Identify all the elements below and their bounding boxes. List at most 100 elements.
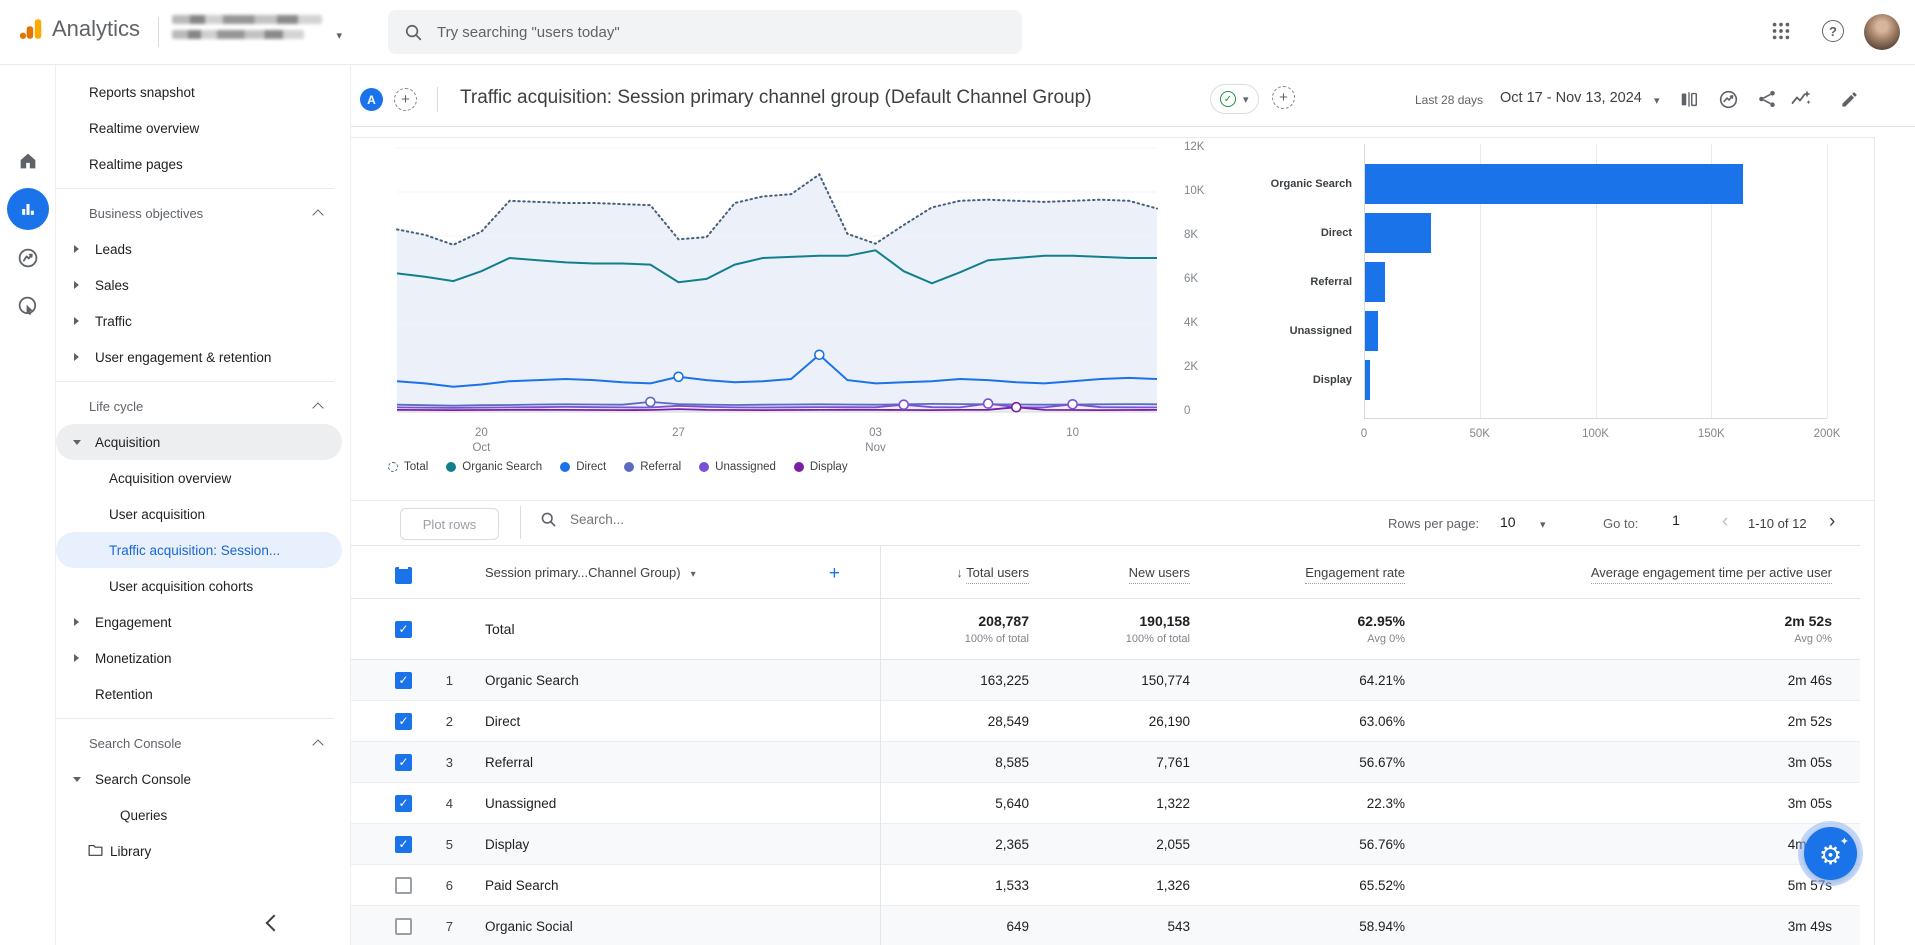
bar-direct[interactable] bbox=[1365, 213, 1431, 253]
sparkline-insights-icon[interactable] bbox=[1790, 88, 1812, 110]
plot-rows-button[interactable]: Plot rows bbox=[400, 508, 499, 540]
cell-new-users: 150,774 bbox=[1029, 673, 1190, 688]
sidebar-item-user-acquisition-cohorts[interactable]: User acquisition cohorts bbox=[56, 568, 342, 604]
insights-icon[interactable] bbox=[1717, 88, 1739, 110]
chevron-down-icon: ▾ bbox=[1243, 93, 1249, 106]
table-row-unassigned: 4Unassigned5,6401,32222.3%3m 05s bbox=[351, 783, 1860, 824]
apps-grid-icon[interactable] bbox=[1770, 20, 1792, 47]
cell-total-users: 2,365 bbox=[880, 837, 1029, 852]
sidebar-item-acquisition-overview[interactable]: Acquisition overview bbox=[56, 460, 342, 496]
avatar[interactable] bbox=[1864, 14, 1900, 50]
sidebar-item-traffic[interactable]: Traffic bbox=[56, 303, 342, 339]
sidebar-item-retention[interactable]: Retention bbox=[56, 676, 342, 712]
sidebar-item-realtime-pages[interactable]: Realtime pages bbox=[56, 146, 342, 182]
legend-item-referral[interactable]: Referral bbox=[624, 461, 681, 473]
explore-icon[interactable] bbox=[15, 245, 41, 271]
total-users-value: 208,787 bbox=[880, 613, 1029, 629]
rows-per-page-value[interactable]: 10 bbox=[1500, 514, 1516, 530]
sidebar-item-leads[interactable]: Leads bbox=[56, 231, 342, 267]
cell-avg-engagement-time: 4m 21s bbox=[1405, 837, 1832, 852]
advertising-icon[interactable] bbox=[15, 293, 41, 319]
add-comparison-icon[interactable]: + bbox=[394, 88, 417, 111]
bar-chart[interactable]: 050K100K150K200KOrganic SearchDirectRefe… bbox=[1230, 136, 1875, 446]
total-row-checkbox[interactable] bbox=[395, 621, 412, 638]
sidebar-item-user-engagement-retention[interactable]: User engagement & retention bbox=[56, 339, 342, 375]
sidebar-section-business-objectives[interactable]: Business objectives bbox=[56, 195, 342, 231]
dimension-selector[interactable]: Session primary...Channel Group) bbox=[485, 565, 681, 580]
row-number: 6 bbox=[425, 878, 453, 893]
help-icon[interactable] bbox=[1822, 20, 1844, 42]
analytics-logo[interactable]: Analytics bbox=[18, 16, 140, 42]
chevron-down-icon[interactable]: ▾ bbox=[1654, 94, 1660, 107]
row-checkbox[interactable] bbox=[395, 918, 412, 935]
row-checkbox[interactable] bbox=[395, 672, 412, 689]
report-status-badge[interactable]: ▾ bbox=[1210, 84, 1259, 114]
collapse-sidebar-icon[interactable] bbox=[266, 915, 283, 932]
compare-report-icon[interactable] bbox=[1678, 88, 1700, 110]
sidebar-section-search-console[interactable]: Search Console bbox=[56, 725, 342, 761]
sidebar-item-traffic-acquisition-session[interactable]: Traffic acquisition: Session... bbox=[56, 532, 342, 568]
sidebar-divider bbox=[56, 381, 334, 382]
comparison-chip[interactable]: A bbox=[360, 88, 383, 111]
next-page-icon[interactable]: › bbox=[1829, 512, 1835, 531]
reports-icon[interactable] bbox=[7, 188, 49, 230]
sidebar-item-queries[interactable]: Queries bbox=[56, 797, 342, 833]
sidebar-item-monetization[interactable]: Monetization bbox=[56, 640, 342, 676]
sidebar-item-search-console[interactable]: Search Console bbox=[56, 761, 342, 797]
table-search-input[interactable] bbox=[568, 511, 792, 528]
global-search[interactable] bbox=[388, 10, 1022, 54]
column-header-total-users[interactable]: Total users bbox=[966, 565, 1029, 584]
sidebar-item-acquisition[interactable]: Acquisition bbox=[56, 424, 342, 460]
add-icon[interactable]: + bbox=[1272, 86, 1295, 109]
sidebar-item-reports-snapshot[interactable]: Reports snapshot bbox=[56, 74, 342, 110]
date-range-selector[interactable]: Oct 17 - Nov 13, 2024 bbox=[1500, 90, 1642, 106]
account-switcher[interactable]: ▾ bbox=[172, 15, 342, 39]
line-chart[interactable] bbox=[388, 136, 1168, 446]
column-header-engagement-rate[interactable]: Engagement rate bbox=[1305, 565, 1405, 584]
legend-item-organic-search[interactable]: Organic Search bbox=[446, 461, 542, 473]
table-row-display: 5Display2,3652,05556.76%4m 21s bbox=[351, 824, 1860, 865]
sidebar-item-label: Sales bbox=[56, 278, 129, 293]
cell-engagement-rate: 56.67% bbox=[1190, 755, 1405, 770]
column-header-new-users[interactable]: New users bbox=[1129, 565, 1190, 584]
row-checkbox[interactable] bbox=[395, 836, 412, 853]
chart-legend: Total Organic Search Direct Referral Unassig… bbox=[388, 461, 848, 473]
edit-pencil-icon[interactable] bbox=[1838, 88, 1860, 110]
home-icon[interactable] bbox=[15, 148, 41, 174]
search-icon bbox=[404, 23, 423, 42]
search-input[interactable] bbox=[435, 23, 859, 42]
chevron-down-icon[interactable]: ▾ bbox=[1540, 518, 1546, 531]
sidebar-item-engagement[interactable]: Engagement bbox=[56, 604, 342, 640]
legend-item-total[interactable]: Total bbox=[388, 461, 428, 473]
add-column-icon[interactable]: + bbox=[829, 563, 840, 585]
bar-display[interactable] bbox=[1365, 360, 1370, 400]
bar-referral[interactable] bbox=[1365, 262, 1385, 302]
bar-x-axis-tick: 100K bbox=[1574, 428, 1618, 440]
row-checkbox[interactable] bbox=[395, 754, 412, 771]
table-search[interactable] bbox=[540, 511, 792, 528]
legend-item-display[interactable]: Display bbox=[794, 461, 848, 473]
legend-item-direct[interactable]: Direct bbox=[560, 461, 606, 473]
sidebar-section-life-cycle[interactable]: Life cycle bbox=[56, 388, 342, 424]
insights-fab-button[interactable]: ⚙ ✦ bbox=[1804, 827, 1857, 880]
share-icon[interactable] bbox=[1756, 88, 1778, 110]
sidebar-item-realtime-overview[interactable]: Realtime overview bbox=[56, 110, 342, 146]
legend-swatch bbox=[794, 462, 804, 472]
row-checkbox[interactable] bbox=[395, 713, 412, 730]
cell-engagement-rate: 64.21% bbox=[1190, 673, 1405, 688]
row-checkbox[interactable] bbox=[395, 877, 412, 894]
select-all-checkbox[interactable] bbox=[395, 567, 412, 584]
column-header-avg-engagement-time[interactable]: Average engagement time per active user bbox=[1591, 565, 1832, 584]
sidebar-item-library[interactable]: Library bbox=[56, 833, 342, 869]
sidebar-item-label: Retention bbox=[56, 687, 153, 702]
y-axis-tick: 2K bbox=[1184, 361, 1214, 373]
bar-organic-search[interactable] bbox=[1365, 164, 1743, 204]
channel-name: Direct bbox=[453, 714, 880, 729]
sidebar-item-sales[interactable]: Sales bbox=[56, 267, 342, 303]
sidebar-item-user-acquisition[interactable]: User acquisition bbox=[56, 496, 342, 532]
cell-avg-engagement-time: 3m 05s bbox=[1405, 796, 1832, 811]
legend-item-unassigned[interactable]: Unassigned bbox=[699, 461, 776, 473]
bar-unassigned[interactable] bbox=[1365, 311, 1378, 351]
goto-page-input[interactable] bbox=[1660, 511, 1692, 529]
row-checkbox[interactable] bbox=[395, 795, 412, 812]
